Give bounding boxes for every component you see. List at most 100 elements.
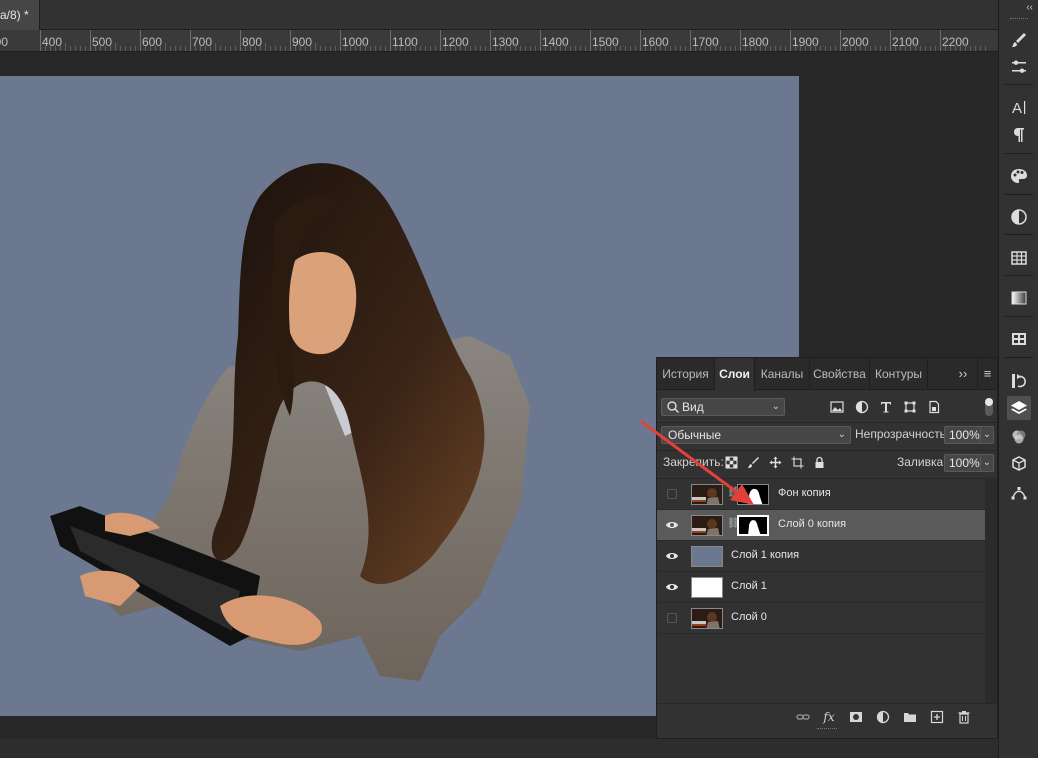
opacity-dropdown-icon[interactable]: ⌄ <box>980 426 994 444</box>
lock-pixels-icon[interactable] <box>745 454 761 470</box>
swatches-icon[interactable] <box>1007 164 1031 188</box>
layer-row[interactable]: ⛓ Фон копия <box>657 479 985 510</box>
layer-name[interactable]: Слой 1 копия <box>731 549 799 561</box>
3d-icon[interactable] <box>1007 452 1031 476</box>
lock-position-icon[interactable] <box>767 454 783 470</box>
channels-icon[interactable] <box>1007 425 1031 449</box>
ruler-minor-tick <box>220 46 221 51</box>
filter-shape-icon[interactable] <box>901 398 919 416</box>
blend-mode-select[interactable]: Обычные ⌄ <box>661 426 851 444</box>
panel-menu-icon[interactable]: ≡ <box>977 358 997 390</box>
ruler-minor-tick <box>475 46 476 51</box>
new-group-icon[interactable] <box>902 709 918 725</box>
dock-grip[interactable] <box>1010 18 1028 20</box>
ruler-major-tick <box>140 30 141 51</box>
adjust-sliders-icon[interactable] <box>1007 55 1031 79</box>
layer-name[interactable]: Слой 0 <box>731 611 767 623</box>
ruler-minor-tick <box>230 46 231 51</box>
ruler-minor-tick <box>395 46 396 51</box>
character-icon[interactable]: A <box>1007 95 1031 119</box>
ruler-minor-tick <box>265 43 266 51</box>
layer-row[interactable]: Слой 0 <box>657 603 985 634</box>
add-mask-icon[interactable] <box>848 709 864 725</box>
filter-kind-select[interactable]: Вид ⌄ <box>661 398 785 416</box>
layer-thumbnail[interactable] <box>691 608 723 629</box>
visibility-toggle[interactable] <box>667 613 677 623</box>
eye-icon[interactable] <box>663 579 681 595</box>
layer-row-selected[interactable]: ⛓ Слой 0 копия <box>657 510 985 541</box>
lock-transparency-icon[interactable] <box>723 454 739 470</box>
paragraph-icon[interactable] <box>1007 123 1031 147</box>
layer-name[interactable]: Слой 1 <box>731 580 767 592</box>
collapse-dock-icon[interactable]: ‹‹ <box>999 0 1038 16</box>
panel-resize-grip[interactable] <box>817 728 837 731</box>
layers-icon[interactable] <box>1007 396 1031 420</box>
fill-field[interactable]: 100% <box>944 454 982 472</box>
filter-pixel-icon[interactable] <box>828 398 846 416</box>
layer-mask-thumbnail[interactable] <box>737 515 769 536</box>
ruler-minor-tick <box>805 46 806 51</box>
filter-type-icon[interactable] <box>877 398 895 416</box>
fx-icon[interactable]: fx <box>821 709 837 725</box>
lock-artboard-icon[interactable] <box>789 454 805 470</box>
layer-name[interactable]: Фон копия <box>778 487 831 499</box>
tab-layers[interactable]: Слои <box>715 358 755 391</box>
adjustments-icon[interactable] <box>1007 205 1031 229</box>
lock-all-icon[interactable] <box>811 454 827 470</box>
ruler-minor-tick <box>495 46 496 51</box>
eye-icon[interactable] <box>663 517 681 533</box>
opacity-field[interactable]: 100% <box>944 426 982 444</box>
link-layers-icon[interactable] <box>795 709 811 725</box>
libraries-icon[interactable] <box>1007 327 1031 351</box>
chevron-down-icon: ⌄ <box>837 429 846 440</box>
filter-smart-object-icon[interactable] <box>925 398 943 416</box>
layers-scrollbar[interactable] <box>985 478 997 703</box>
new-adjustment-icon[interactable] <box>875 709 891 725</box>
ruler-minor-tick <box>615 43 616 51</box>
tab-history[interactable]: История <box>657 358 715 390</box>
filter-adjustment-icon[interactable] <box>853 398 871 416</box>
ruler-minor-tick <box>870 46 871 51</box>
ruler-minor-tick <box>80 46 81 51</box>
document-tab[interactable]: a/8) * <box>0 0 40 30</box>
tab-paths[interactable]: Контуры <box>870 358 928 390</box>
table-icon[interactable] <box>1007 246 1031 270</box>
delete-layer-icon[interactable] <box>956 709 972 725</box>
ruler-minor-tick <box>455 46 456 51</box>
layer-name[interactable]: Слой 0 копия <box>778 518 846 530</box>
history-icon[interactable] <box>1007 369 1031 393</box>
mask-link-icon[interactable]: ⛓ <box>727 518 740 532</box>
layer-thumbnail[interactable] <box>691 484 723 505</box>
brush-icon[interactable] <box>1007 28 1031 52</box>
ruler-minor-tick <box>735 46 736 51</box>
layer-row[interactable]: Слой 1 <box>657 572 985 603</box>
tab-properties[interactable]: Свойства <box>810 358 870 390</box>
layer-thumbnail[interactable] <box>691 515 723 536</box>
dock-separator <box>1005 357 1033 358</box>
filter-toggle[interactable] <box>985 398 993 416</box>
layer-thumbnail[interactable] <box>691 546 723 567</box>
more-tabs-icon[interactable]: ›› <box>953 358 973 390</box>
eye-icon[interactable] <box>663 548 681 564</box>
mask-link-icon[interactable]: ⛓ <box>727 487 740 501</box>
layer-row[interactable]: Слой 1 копия <box>657 541 985 572</box>
ruler-minor-tick <box>955 46 956 51</box>
ruler-minor-tick <box>185 46 186 51</box>
panel-tab-bar: История Слои Каналы Свойства Контуры ›› … <box>657 358 997 391</box>
tab-paths-label: Контуры <box>874 367 923 381</box>
new-layer-icon[interactable] <box>929 709 945 725</box>
ruler-minor-tick <box>465 43 466 51</box>
ruler-minor-tick <box>150 46 151 51</box>
layer-mask-thumbnail[interactable] <box>737 484 769 505</box>
tab-channels[interactable]: Каналы <box>755 358 810 390</box>
fill-dropdown-icon[interactable]: ⌄ <box>980 454 994 472</box>
visibility-toggle[interactable] <box>667 489 677 499</box>
gradient-icon[interactable] <box>1007 286 1031 310</box>
layer-thumbnail[interactable] <box>691 577 723 598</box>
canvas-scrollbar[interactable] <box>0 739 998 757</box>
ruler-minor-tick <box>370 46 371 51</box>
ruler-minor-tick <box>755 46 756 51</box>
paths-icon[interactable] <box>1007 481 1031 505</box>
ruler-minor-tick <box>630 46 631 51</box>
ruler-minor-tick <box>170 46 171 51</box>
